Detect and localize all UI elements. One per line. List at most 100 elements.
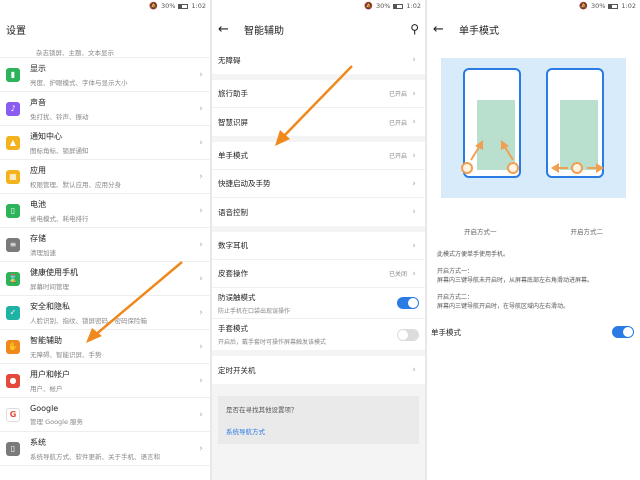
settings-item-sub: 无障碍、智能识屏、手势: [30, 350, 102, 359]
settings-item-title: 智能辅助: [30, 335, 62, 345]
settings-item-title: 安全和隐私: [30, 301, 70, 311]
assist-item[interactable]: 定时开关机 ›: [212, 356, 425, 384]
settings-item-title: 通知中心: [30, 131, 62, 141]
settings-item[interactable]: ▮ 显示 亮度、护眼模式、字体与显示大小 ›: [0, 58, 210, 92]
settings-item[interactable]: ▯ 电池 省电模式、耗电排行 ›: [0, 194, 210, 228]
help-link[interactable]: 系统导航方式: [226, 426, 411, 436]
assist-item-text: 手套模式 开启后，戴手套时可操作屏幕触发该模式: [218, 323, 397, 346]
assist-item[interactable]: 单手模式 已开启 ›: [212, 142, 425, 170]
mute-icon: 🔕: [149, 2, 158, 10]
assist-item-text: 无障碍: [218, 55, 409, 66]
help-card: 是否在寻找其他设置项？ 系统导航方式: [218, 396, 419, 444]
settings-item-icon: G: [6, 407, 20, 422]
chevron-right-icon: ›: [199, 375, 203, 386]
toggle-switch[interactable]: [397, 297, 419, 309]
back-arrow-icon[interactable]: ←: [433, 22, 445, 37]
assist-item-title: 数字耳机: [218, 241, 248, 250]
onehand-toggle-label: 单手模式: [431, 327, 461, 337]
settings-item-sub: 管理 Google 服务: [30, 417, 84, 426]
chevron-right-icon: ›: [199, 443, 203, 454]
assist-item-text: 单手模式: [218, 150, 389, 161]
settings-item[interactable]: ⌛ 健康使用手机 屏幕时间管理 ›: [0, 262, 210, 296]
settings-item-text: 安全和隐私 人脸识别、指纹、锁屏密码、密码保险箱: [30, 301, 196, 325]
mute-icon: 🔕: [579, 2, 588, 10]
settings-item[interactable]: ▯ 系统 系统导航方式、软件更新、关于手机、语言和 ›: [0, 432, 210, 466]
assist-item[interactable]: 皮套操作 已关闭 ›: [212, 260, 425, 288]
mute-icon: 🔕: [364, 2, 373, 10]
settings-partial-row[interactable]: 杂志锁屏、主题、文本显示: [0, 46, 210, 58]
assist-group: 旅行助手 已开启 › 智慧识屏 已开启 ›: [212, 80, 425, 136]
settings-item[interactable]: ♪ 声音 免打扰、铃声、振动 ›: [0, 92, 210, 126]
assist-item-text: 皮套操作: [218, 268, 389, 279]
onehand-toggle[interactable]: [612, 326, 634, 338]
settings-item[interactable]: ✋ 智能辅助 无障碍、智能识屏、手势 ›: [0, 330, 210, 364]
settings-item-icon: ▲: [6, 135, 20, 150]
settings-item-icon: ▦: [6, 169, 20, 184]
toggle-switch[interactable]: [397, 328, 419, 341]
settings-item-sub: 清理加速: [30, 248, 56, 257]
assist-group: 单手模式 已开启 › 快捷启动及手势 › 语音控制 ›: [212, 142, 425, 226]
settings-item-text: 存储 清理加速: [30, 233, 196, 257]
assist-group: 定时开关机 ›: [212, 356, 425, 384]
settings-item-text: 电池 省电模式、耗电排行: [30, 199, 196, 223]
settings-item-text: 系统 系统导航方式、软件更新、关于手机、语言和: [30, 437, 196, 461]
settings-item-text: 通知中心图标角标、锁屏通知: [30, 131, 196, 155]
settings-item[interactable]: ▦ 应用 权限管理、默认应用、应用分身 ›: [0, 160, 210, 194]
assist-item[interactable]: 智慧识屏 已开启 ›: [212, 108, 425, 136]
assist-item[interactable]: 语音控制 ›: [212, 198, 425, 226]
battery-percent: 30%: [375, 2, 391, 10]
settings-item-text: 用户和帐户 用户、帐户: [30, 369, 196, 393]
settings-item-icon: ▮: [6, 67, 20, 82]
settings-item-icon: ●: [6, 373, 20, 388]
way1-label: 开启方式一: [464, 228, 497, 236]
assist-item[interactable]: 无障碍 ›: [212, 46, 425, 74]
chevron-right-icon: ›: [199, 409, 203, 420]
assist-item-text: 智慧识屏: [218, 117, 389, 128]
onehand-screen: 🔕 30% 1:02 ← 单手模式 开启方式一 开启方式二 此模式方便单手使用手…: [427, 0, 640, 480]
settings-list[interactable]: 杂志锁屏、主题、文本显示 ▮ 显示 亮度、护眼模式、字体与显示大小 › ♪ 声音 免打扰、铃…: [0, 46, 210, 466]
clock: 1:02: [191, 2, 206, 10]
settings-item-sub: 亮度、护眼模式、字体与显示大小: [30, 78, 128, 87]
back-arrow-icon[interactable]: ←: [218, 22, 230, 37]
assist-item-title: 定时开关机: [218, 365, 256, 375]
settings-item-sub: 用户、帐户: [30, 384, 63, 393]
settings-item[interactable]: ≡ 存储 清理加速 ›: [0, 228, 210, 262]
assist-item[interactable]: 防误触模式 防止手机在口袋出现误操作: [212, 288, 425, 319]
chevron-right-icon: ›: [199, 137, 203, 148]
settings-item-icon: ▯: [6, 441, 20, 456]
assist-item[interactable]: 快捷启动及手势 ›: [212, 170, 425, 198]
chevron-right-icon: ›: [412, 365, 416, 375]
settings-item[interactable]: G Google 管理 Google 服务 ›: [0, 398, 210, 432]
chevron-right-icon: ›: [199, 69, 203, 80]
assist-item[interactable]: 手套模式 开启后，戴手套时可操作屏幕触发该模式: [212, 319, 425, 350]
settings-item-icon: ♪: [6, 101, 20, 116]
settings-item[interactable]: ✓ 安全和隐私 人脸识别、指纹、锁屏密码、密码保险箱 ›: [0, 296, 210, 330]
chevron-right-icon: ›: [199, 341, 203, 352]
settings-item-text: 健康使用手机 屏幕时间管理: [30, 267, 196, 291]
assist-group: 无障碍 ›: [212, 46, 425, 74]
settings-item-icon: ≡: [6, 237, 20, 252]
way2-label: 开启方式二: [570, 228, 604, 236]
settings-item-title: 存储: [30, 233, 46, 243]
desc-way1-title: 开启方式一：: [437, 268, 474, 275]
settings-screen: 🔕 30% 1:02 设置 杂志锁屏、主题、文本显示 ▮ 显示 亮度、护眼模式、字体…: [0, 0, 210, 480]
assist-item-text: 数字耳机: [218, 240, 409, 251]
settings-item-sub: 图标角标、锁屏通知: [30, 146, 89, 155]
search-icon[interactable]: ⚲: [410, 22, 419, 36]
settings-item[interactable]: ▲ 通知中心 图标角标、锁屏通知 ›: [0, 126, 210, 160]
page-title: 单手模式: [459, 25, 499, 37]
assist-item[interactable]: 数字耳机 ›: [212, 232, 425, 260]
settings-item-title: 电池: [30, 199, 46, 209]
battery-percent: 30%: [590, 2, 606, 10]
battery-icon: [393, 3, 404, 9]
assist-item[interactable]: 旅行助手 已开启 ›: [212, 80, 425, 108]
settings-item-text: 显示 亮度、护眼模式、字体与显示大小: [30, 63, 196, 87]
settings-item-text: 声音 免打扰、铃声、振动: [30, 97, 196, 121]
assist-item-status: 已开启: [388, 119, 407, 127]
settings-item[interactable]: ● 用户和帐户 用户、帐户 ›: [0, 364, 210, 398]
battery-percent: 30%: [160, 2, 176, 10]
help-question: 是否在寻找其他设置项？: [226, 406, 298, 414]
onehand-toggle-row[interactable]: 单手模式: [427, 325, 640, 339]
chevron-right-icon: ›: [412, 150, 416, 161]
desc-way1: 屏幕内三键导航未开启时，从屏幕底部左右角滑动进屏幕。: [437, 277, 594, 284]
